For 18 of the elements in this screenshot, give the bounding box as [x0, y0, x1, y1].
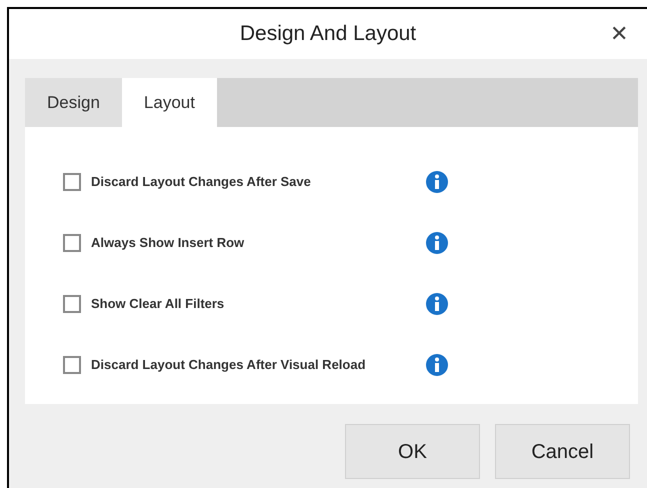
checkbox[interactable]: [63, 356, 81, 374]
info-icon[interactable]: [426, 171, 448, 193]
tab[interactable]: Design: [25, 78, 122, 127]
option-label: Discard Layout Changes After Save: [91, 174, 311, 189]
dialog-button[interactable]: OK: [345, 424, 480, 479]
option-label: Show Clear All Filters: [91, 296, 224, 311]
dialog-button[interactable]: Cancel: [495, 424, 630, 479]
info-icon[interactable]: [426, 232, 448, 254]
checkbox[interactable]: [63, 173, 81, 191]
option-label: Discard Layout Changes After Visual Reload: [91, 357, 366, 372]
info-icon[interactable]: [426, 354, 448, 376]
window-title: Design And Layout: [240, 21, 416, 48]
checkbox[interactable]: [63, 295, 81, 313]
checkbox[interactable]: [63, 234, 81, 252]
info-icon[interactable]: [426, 293, 448, 315]
close-button[interactable]: ✕: [605, 19, 633, 47]
option-label: Always Show Insert Row: [91, 235, 244, 250]
tab[interactable]: Layout: [122, 78, 217, 127]
